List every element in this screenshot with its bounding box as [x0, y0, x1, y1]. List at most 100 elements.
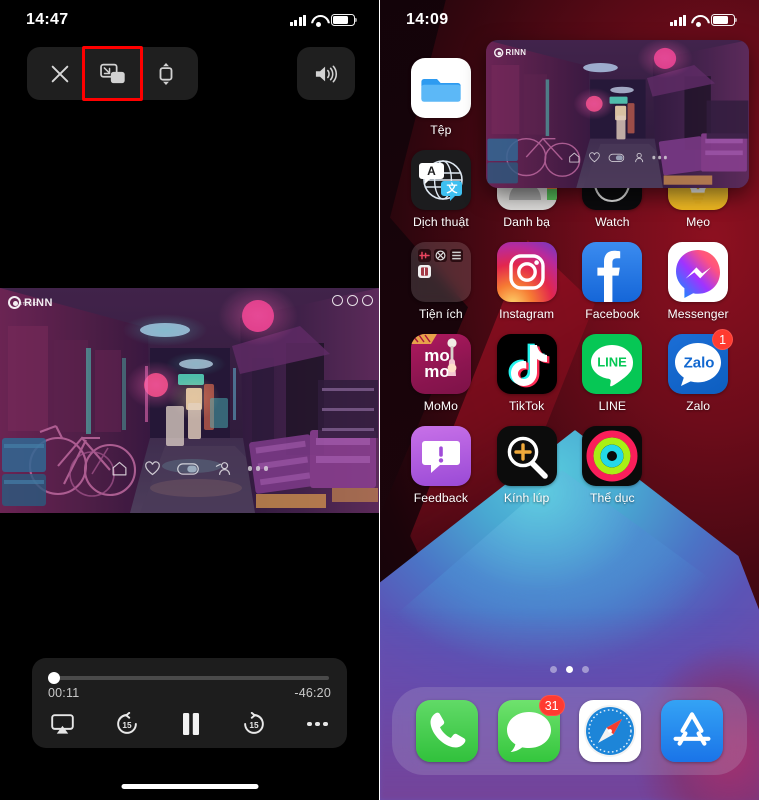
- magnifier-icon: [496, 426, 557, 486]
- heart-icon: [144, 461, 160, 476]
- play-pause-button[interactable]: [181, 712, 201, 736]
- app-row: Feedback Kính lúp Thể dục: [398, 426, 741, 505]
- speaker-icon: [315, 65, 338, 82]
- scrubber-handle[interactable]: [48, 671, 61, 685]
- home-icon: [568, 152, 579, 163]
- appstore-icon[interactable]: [661, 700, 724, 762]
- app-magnifier[interactable]: Kính lúp: [484, 426, 570, 505]
- status-indicators: [289, 14, 358, 27]
- app-label: Danh bạ: [503, 215, 551, 229]
- app-label: Tệp: [430, 123, 452, 137]
- picture-in-picture-icon: [99, 63, 125, 83]
- more-dot: [323, 721, 328, 727]
- app-label: TikTok: [508, 399, 545, 413]
- forward-15-icon: 15: [243, 712, 264, 734]
- page-dots[interactable]: [380, 666, 759, 673]
- app-label: Kính lúp: [503, 491, 550, 505]
- page-dot[interactable]: [550, 666, 557, 673]
- more-dot: [307, 721, 312, 727]
- home-icon: [112, 461, 126, 476]
- status-badge: 1: [712, 329, 734, 350]
- left-phone-screen: 14:47 RINN STUDIO 00:11 -46:20 15 15: [0, 0, 379, 800]
- safari-icon[interactable]: [579, 700, 642, 762]
- svg-text:mo: mo: [424, 362, 450, 381]
- left-status-bar: 14:47: [0, 0, 379, 40]
- video-social-icons: [332, 295, 373, 306]
- airplay-icon: [51, 713, 74, 734]
- app-label: Tiện ích: [419, 307, 463, 321]
- svg-text:A: A: [427, 164, 436, 178]
- cellular-bars-icon: [289, 14, 306, 26]
- cellular-bars-icon: [669, 14, 686, 26]
- messages-icon-wrap[interactable]: 31: [497, 695, 565, 762]
- app-folder-utilities[interactable]: Tiện ích: [398, 242, 484, 321]
- page-dot[interactable]: [582, 666, 589, 673]
- skip-forward-15-button[interactable]: 15: [242, 712, 266, 736]
- app-feedback[interactable]: Feedback: [398, 426, 484, 505]
- app-slot-empty: [655, 426, 741, 505]
- search-bar-icon: [176, 462, 199, 475]
- more-overlay-icon: [652, 155, 668, 160]
- pip-brand-watermark: RINN: [494, 48, 526, 58]
- app-facebook[interactable]: Facebook: [570, 242, 656, 321]
- battery-icon: [331, 14, 358, 26]
- picture-in-picture-window[interactable]: RINN: [486, 40, 749, 188]
- feedback-icon: [410, 426, 471, 486]
- video-overlay-ui: [0, 460, 379, 477]
- utilities-folder-icon: [410, 242, 471, 302]
- app-instagram[interactable]: Instagram: [484, 242, 570, 321]
- more-options-button[interactable]: [307, 721, 328, 727]
- skip-back-15-button[interactable]: 15: [115, 712, 139, 736]
- pause-icon: [182, 713, 199, 735]
- app-messenger[interactable]: Messenger: [655, 242, 741, 321]
- fullscreen-toggle-button[interactable]: [139, 47, 192, 100]
- close-button[interactable]: [33, 47, 86, 100]
- pip-video-frame: [486, 40, 749, 188]
- app-fitness[interactable]: Thể dục: [570, 426, 656, 505]
- app-label: Dịch thuật: [412, 215, 469, 229]
- expand-icon: [159, 62, 172, 85]
- close-icon: [51, 65, 68, 82]
- zalo-icon-wrap: Zalo 1: [668, 329, 734, 394]
- app-label: Mẹo: [686, 215, 711, 229]
- momo-icon: mo mo: [410, 334, 471, 394]
- home-indicator[interactable]: [121, 784, 258, 789]
- app-tiktok[interactable]: TikTok: [484, 334, 570, 413]
- scrubber-track[interactable]: [48, 671, 329, 685]
- app-files[interactable]: Tệp: [398, 58, 484, 137]
- more-overlay-icon: [247, 466, 269, 471]
- app-translate[interactable]: A 文 Dịch thuật: [398, 150, 484, 229]
- twitter-round-icon: [347, 295, 358, 306]
- volume-button[interactable]: [297, 47, 355, 100]
- app-momo[interactable]: mo mo MoMo: [398, 334, 484, 413]
- video-top-toolbar: [27, 46, 198, 101]
- fitness-icon: [582, 426, 643, 486]
- app-label: Facebook: [585, 307, 640, 321]
- svg-text:Zalo: Zalo: [684, 355, 715, 372]
- video-brand-watermark: RINN: [8, 296, 53, 309]
- heart-icon: [588, 152, 600, 163]
- page-dot-active[interactable]: [566, 666, 573, 673]
- current-time-label: 00:11: [48, 686, 80, 700]
- app-zalo[interactable]: Zalo 1 Zalo: [655, 329, 741, 413]
- phone-icon[interactable]: [415, 700, 478, 762]
- tiktok-icon: [496, 334, 557, 394]
- app-label: Thể dục: [590, 491, 635, 505]
- pip-overlay-ui: [523, 151, 712, 163]
- status-time: 14:09: [406, 11, 449, 28]
- picture-in-picture-button[interactable]: [82, 46, 143, 101]
- facebook-round-icon: [332, 295, 343, 306]
- right-status-bar: 14:09: [380, 0, 759, 40]
- airplay-button[interactable]: [51, 713, 74, 735]
- rewind-seconds-label: 15: [123, 720, 133, 730]
- app-row: Tiện ích Instagram Facebook Messenger: [398, 242, 741, 321]
- video-player-surface[interactable]: RINN STUDIO: [0, 288, 379, 513]
- app-line[interactable]: LINE LINE: [570, 334, 656, 413]
- app-label: Messenger: [667, 307, 729, 321]
- person-add-icon: [634, 152, 643, 163]
- line-icon: LINE: [582, 334, 643, 394]
- status-badge: 31: [538, 695, 565, 716]
- files-icon: [410, 58, 471, 118]
- brand-ring-icon: [8, 296, 21, 309]
- app-label: Zalo: [686, 399, 711, 413]
